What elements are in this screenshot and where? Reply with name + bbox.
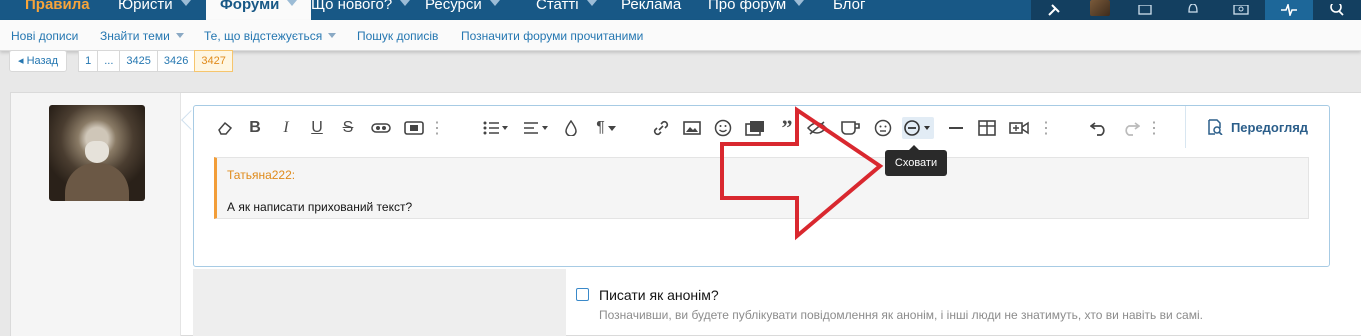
nav-item-ads[interactable]: Реклама <box>621 0 681 20</box>
bold-icon[interactable]: B <box>244 117 266 139</box>
table-icon[interactable] <box>976 117 998 139</box>
undo-icon[interactable] <box>1088 117 1110 139</box>
chevron-down-icon <box>586 0 597 6</box>
top-navigation: Правила Юристи Форуми Що нового? Ресурси… <box>0 0 1361 20</box>
tools-icon[interactable] <box>1031 0 1079 20</box>
more-icon[interactable]: ⋮ <box>1038 117 1054 139</box>
page-link[interactable]: 3425 <box>119 50 158 72</box>
chevron-down-icon <box>489 0 500 6</box>
anonymous-hint: Позначивши, ви будете публікувати повідо… <box>599 308 1203 322</box>
hr-icon[interactable] <box>945 117 967 139</box>
avatar[interactable] <box>1079 0 1121 20</box>
chevron-down-icon <box>287 0 298 6</box>
bell-icon[interactable] <box>1169 0 1217 20</box>
strikethrough-icon[interactable]: S <box>337 117 359 139</box>
preview-button[interactable]: Передогляд <box>1185 106 1329 148</box>
subnav-search-posts[interactable]: Пошук дописів <box>357 29 438 43</box>
eraser-icon[interactable] <box>214 117 236 139</box>
nav-item-blog[interactable]: Блог <box>833 0 865 20</box>
user-cell <box>11 93 181 336</box>
editor-toolbar: B I U S ⋮ ¶ ” ⋮ ⋮ <box>194 106 1184 148</box>
prev-page-button[interactable]: ◂ Назад <box>9 50 68 72</box>
link-icon[interactable] <box>650 117 672 139</box>
page-link[interactable]: 3426 <box>156 50 196 72</box>
chevron-down-icon <box>794 0 805 6</box>
subnav-new-posts[interactable]: Нові дописи <box>11 29 78 43</box>
anonymous-checkbox[interactable] <box>576 288 589 301</box>
current-page: 3427 <box>194 50 233 72</box>
subnav-mark-read[interactable]: Позначити форуми прочитаними <box>461 29 643 43</box>
annotation-arrow-icon <box>720 106 884 241</box>
image-icon[interactable] <box>1217 0 1265 20</box>
chevron-down-icon <box>175 33 184 38</box>
chevron-down-icon <box>180 0 191 6</box>
form-spacer <box>193 269 566 336</box>
user-nav <box>1031 0 1361 20</box>
sub-navigation: Нові дописи Знайти теми Те, що відстежує… <box>0 20 1361 51</box>
nav-item-forums[interactable]: Форуми <box>206 0 312 20</box>
video-icon[interactable] <box>1007 117 1031 139</box>
nav-item-articles[interactable]: Статті <box>536 0 597 20</box>
page-link[interactable]: 1 <box>78 50 99 72</box>
nav-item-about[interactable]: Про форум <box>708 0 805 20</box>
search-icon[interactable] <box>1313 0 1361 20</box>
quote-author[interactable]: Татьяна222: <box>227 168 295 182</box>
anonymous-label[interactable]: Писати як анонім? <box>599 287 719 303</box>
spoiler-icon[interactable] <box>369 117 393 139</box>
nav-item-rules[interactable]: Правила <box>25 0 90 20</box>
nav-item-resources[interactable]: Ресурси <box>425 0 500 20</box>
list-icon[interactable] <box>481 117 511 139</box>
color-icon[interactable] <box>562 117 580 139</box>
align-icon[interactable] <box>521 117 551 139</box>
mail-icon[interactable] <box>1121 0 1169 20</box>
more-icon[interactable]: ⋮ <box>1146 117 1162 139</box>
redo-icon[interactable] <box>1120 117 1142 139</box>
avatar[interactable] <box>49 105 145 201</box>
activity-icon[interactable] <box>1265 0 1313 20</box>
subnav-find-threads[interactable]: Знайти теми <box>100 29 184 43</box>
preview-icon <box>1208 119 1223 135</box>
more-icon[interactable]: ⋮ <box>429 117 445 139</box>
chevron-down-icon <box>328 33 337 38</box>
underline-icon[interactable]: U <box>306 117 328 139</box>
page-ellipsis[interactable]: ... <box>97 50 121 72</box>
quote-text: А як написати прихований текст? <box>227 200 413 214</box>
inline-spoiler-icon[interactable] <box>402 117 426 139</box>
paragraph-icon[interactable]: ¶ <box>591 117 621 139</box>
pagination: ◂ Назад 1 ... 3425 3426 3427 <box>9 50 233 72</box>
nav-item-lawyers[interactable]: Юристи <box>118 0 191 20</box>
nav-item-whats-new[interactable]: Що нового? <box>311 0 411 20</box>
subnav-watched[interactable]: Те, що відстежується <box>204 29 337 43</box>
chevron-down-icon <box>400 0 411 6</box>
italic-icon[interactable]: I <box>275 117 297 139</box>
